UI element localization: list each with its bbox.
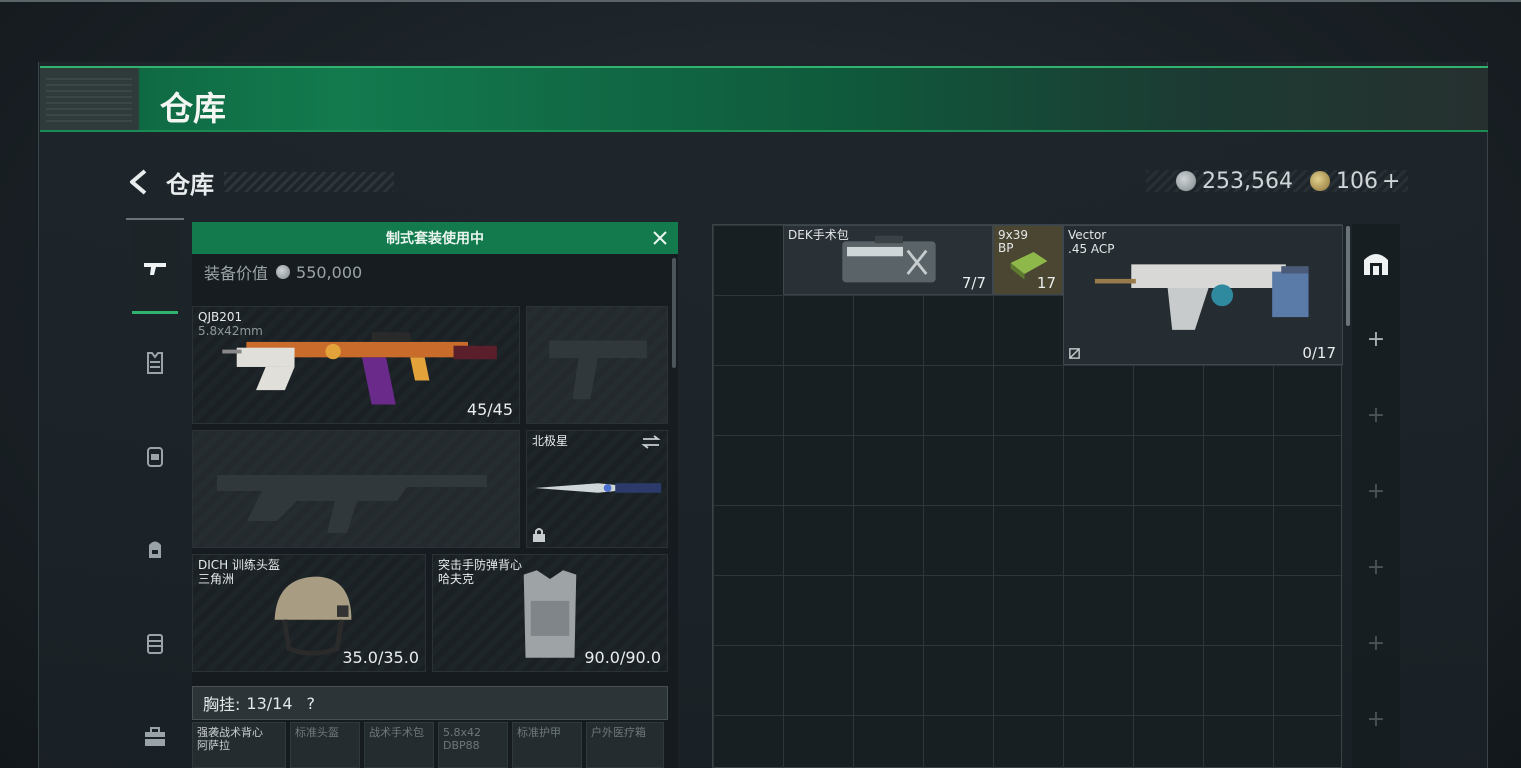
rifle-silhouette-icon xyxy=(217,475,487,533)
swap-icon[interactable] xyxy=(641,435,661,449)
add-stash-tab-button[interactable]: + xyxy=(1352,456,1400,526)
close-icon[interactable] xyxy=(650,228,670,248)
add-stash-tab-button[interactable]: + xyxy=(1352,608,1400,678)
stash-item-ammo[interactable]: 9x39 BP 17 xyxy=(993,225,1063,295)
nav-weapon[interactable] xyxy=(132,224,178,314)
helmet-durability: 35.0/35.0 xyxy=(342,648,419,667)
primary-weapon-slot[interactable]: QJB201 5.8x42mm 45/45 xyxy=(192,306,520,424)
stash-grid: DEK手术包 7/7 9x39 BP 17 Vector .45 ACP 0/1… xyxy=(712,224,1343,768)
armor-sub: 哈夫克 xyxy=(438,572,475,586)
gold-amount: 106 xyxy=(1336,168,1378,194)
top-edge-line xyxy=(0,0,1521,2)
page-title: 仓库 xyxy=(166,170,214,199)
weapon-icon xyxy=(144,262,166,275)
stash-item-vector[interactable]: Vector .45 ACP 0/17 xyxy=(1063,225,1343,365)
window-title: 仓库 xyxy=(160,89,226,128)
stash-item-count: 17 xyxy=(1036,274,1056,292)
melee-slot[interactable]: 北极星 xyxy=(526,430,668,548)
nav-armor[interactable] xyxy=(132,340,178,386)
category-nav xyxy=(126,218,184,768)
chest-rig-bar[interactable]: 胸挂: 13/14 ? xyxy=(192,686,668,720)
title-decor xyxy=(46,78,132,122)
breadcrumb: 仓库 xyxy=(126,164,394,200)
lock-icon xyxy=(533,528,545,542)
knife-icon xyxy=(534,483,662,493)
bag-item-name: 标准护甲 xyxy=(517,726,561,739)
primary-weapon-count: 45/45 xyxy=(466,400,513,419)
title-hatch-decor xyxy=(224,172,394,192)
equip-value-label: 装备价值 xyxy=(204,264,269,283)
secondary-weapon-slot[interactable] xyxy=(192,430,520,548)
equip-value-amount: 550,000 xyxy=(296,262,363,282)
stash-item-name: 9x39 xyxy=(998,228,1029,242)
bag-item[interactable]: 户外医疗箱 xyxy=(586,722,664,768)
bag-item[interactable]: 标准头盔 xyxy=(290,722,360,768)
stash-item-count: 7/7 xyxy=(961,274,986,292)
case-icon xyxy=(145,727,165,746)
armor-icon xyxy=(147,352,163,374)
bag-item-name: 5.8x42 xyxy=(443,726,482,739)
help-icon[interactable]: ? xyxy=(307,694,316,713)
rifle-icon xyxy=(222,332,497,405)
bag-item-sub: 阿萨拉 xyxy=(197,739,230,752)
equip-value: 装备价值 550,000 xyxy=(204,260,362,284)
stash-tabs: + + + + + + xyxy=(1352,224,1400,768)
rotate-icon xyxy=(1069,348,1080,359)
armor-durability: 90.0/90.0 xyxy=(584,648,661,667)
bag-item-name: 户外医疗箱 xyxy=(591,726,646,739)
helmet-icon xyxy=(147,447,163,467)
nav-top-line xyxy=(126,218,184,220)
add-stash-tab-button[interactable]: + xyxy=(1352,380,1400,450)
stash-item-count: 0/17 xyxy=(1302,344,1336,362)
bag-item[interactable]: 标准护甲 xyxy=(512,722,582,768)
bag-items-row: 强袭战术背心 阿萨拉 标准头盔 战术手术包 5.8x42 DBP88 标准护甲 … xyxy=(192,722,668,768)
stash-item-surgical-kit[interactable]: DEK手术包 7/7 xyxy=(783,225,993,295)
medkit-icon xyxy=(842,235,936,283)
nav-backpack[interactable] xyxy=(132,526,178,572)
armor-name: 突击手防弹背心 xyxy=(438,558,523,572)
stash-scrollbar[interactable] xyxy=(1346,226,1350,326)
silver-coin-icon xyxy=(1176,171,1196,191)
bag-item-sub: DBP88 xyxy=(443,739,480,752)
gold-currency: 106 + xyxy=(1310,166,1400,196)
vest-icon xyxy=(147,634,163,654)
sidearm-slot[interactable] xyxy=(526,306,668,424)
add-gold-button[interactable]: + xyxy=(1382,169,1400,194)
silver-amount: 253,564 xyxy=(1202,168,1293,194)
stash-home-icon xyxy=(1364,254,1388,275)
bag-item-name: 战术手术包 xyxy=(369,726,424,739)
add-stash-tab-button[interactable]: + xyxy=(1352,684,1400,754)
silver-currency: 253,564 xyxy=(1176,166,1293,196)
pistol-silhouette-icon xyxy=(549,340,647,400)
bag-item-name: 强袭战术背心 xyxy=(197,726,263,739)
back-arrow-icon[interactable] xyxy=(126,167,152,197)
melee-name: 北极星 xyxy=(532,434,569,448)
gold-coin-icon xyxy=(1310,171,1330,191)
helmet-slot[interactable]: DICH 训练头盔 三角洲 35.0/35.0 xyxy=(192,554,426,672)
helmet-sub: 三角洲 xyxy=(198,572,235,586)
silver-coin-icon xyxy=(276,265,291,279)
loadout-scrollbar[interactable] xyxy=(672,258,676,368)
kit-banner: 制式套装使用中 xyxy=(192,222,678,254)
vest-icon xyxy=(523,570,577,658)
nav-vest[interactable] xyxy=(132,620,178,666)
add-stash-tab-button[interactable]: + xyxy=(1352,304,1400,374)
backpack-icon xyxy=(149,541,161,558)
loadout-panel: 制式套装使用中 装备价值 550,000 QJB201 5.8x42mm 45/… xyxy=(192,222,678,768)
armor-slot[interactable]: 突击手防弹背心 哈夫克 90.0/90.0 xyxy=(432,554,668,672)
chest-rig-capacity: 13/14 xyxy=(246,693,293,713)
stash-tab-main[interactable] xyxy=(1352,228,1400,298)
nav-case[interactable] xyxy=(132,714,178,760)
stash-item-name: Vector xyxy=(1068,228,1107,242)
bag-item[interactable]: 5.8x42 DBP88 xyxy=(438,722,508,768)
add-stash-tab-button[interactable]: + xyxy=(1352,532,1400,602)
bag-item[interactable]: 强袭战术背心 阿萨拉 xyxy=(192,722,286,768)
title-bar xyxy=(40,66,1488,132)
bag-item[interactable]: 战术手术包 xyxy=(364,722,434,768)
bag-item-name: 标准头盔 xyxy=(295,726,339,739)
nav-helmet[interactable] xyxy=(132,434,178,480)
kit-banner-text: 制式套装使用中 xyxy=(386,231,484,247)
smg-icon xyxy=(1094,264,1309,330)
chest-rig-label: 胸挂: xyxy=(203,695,241,714)
